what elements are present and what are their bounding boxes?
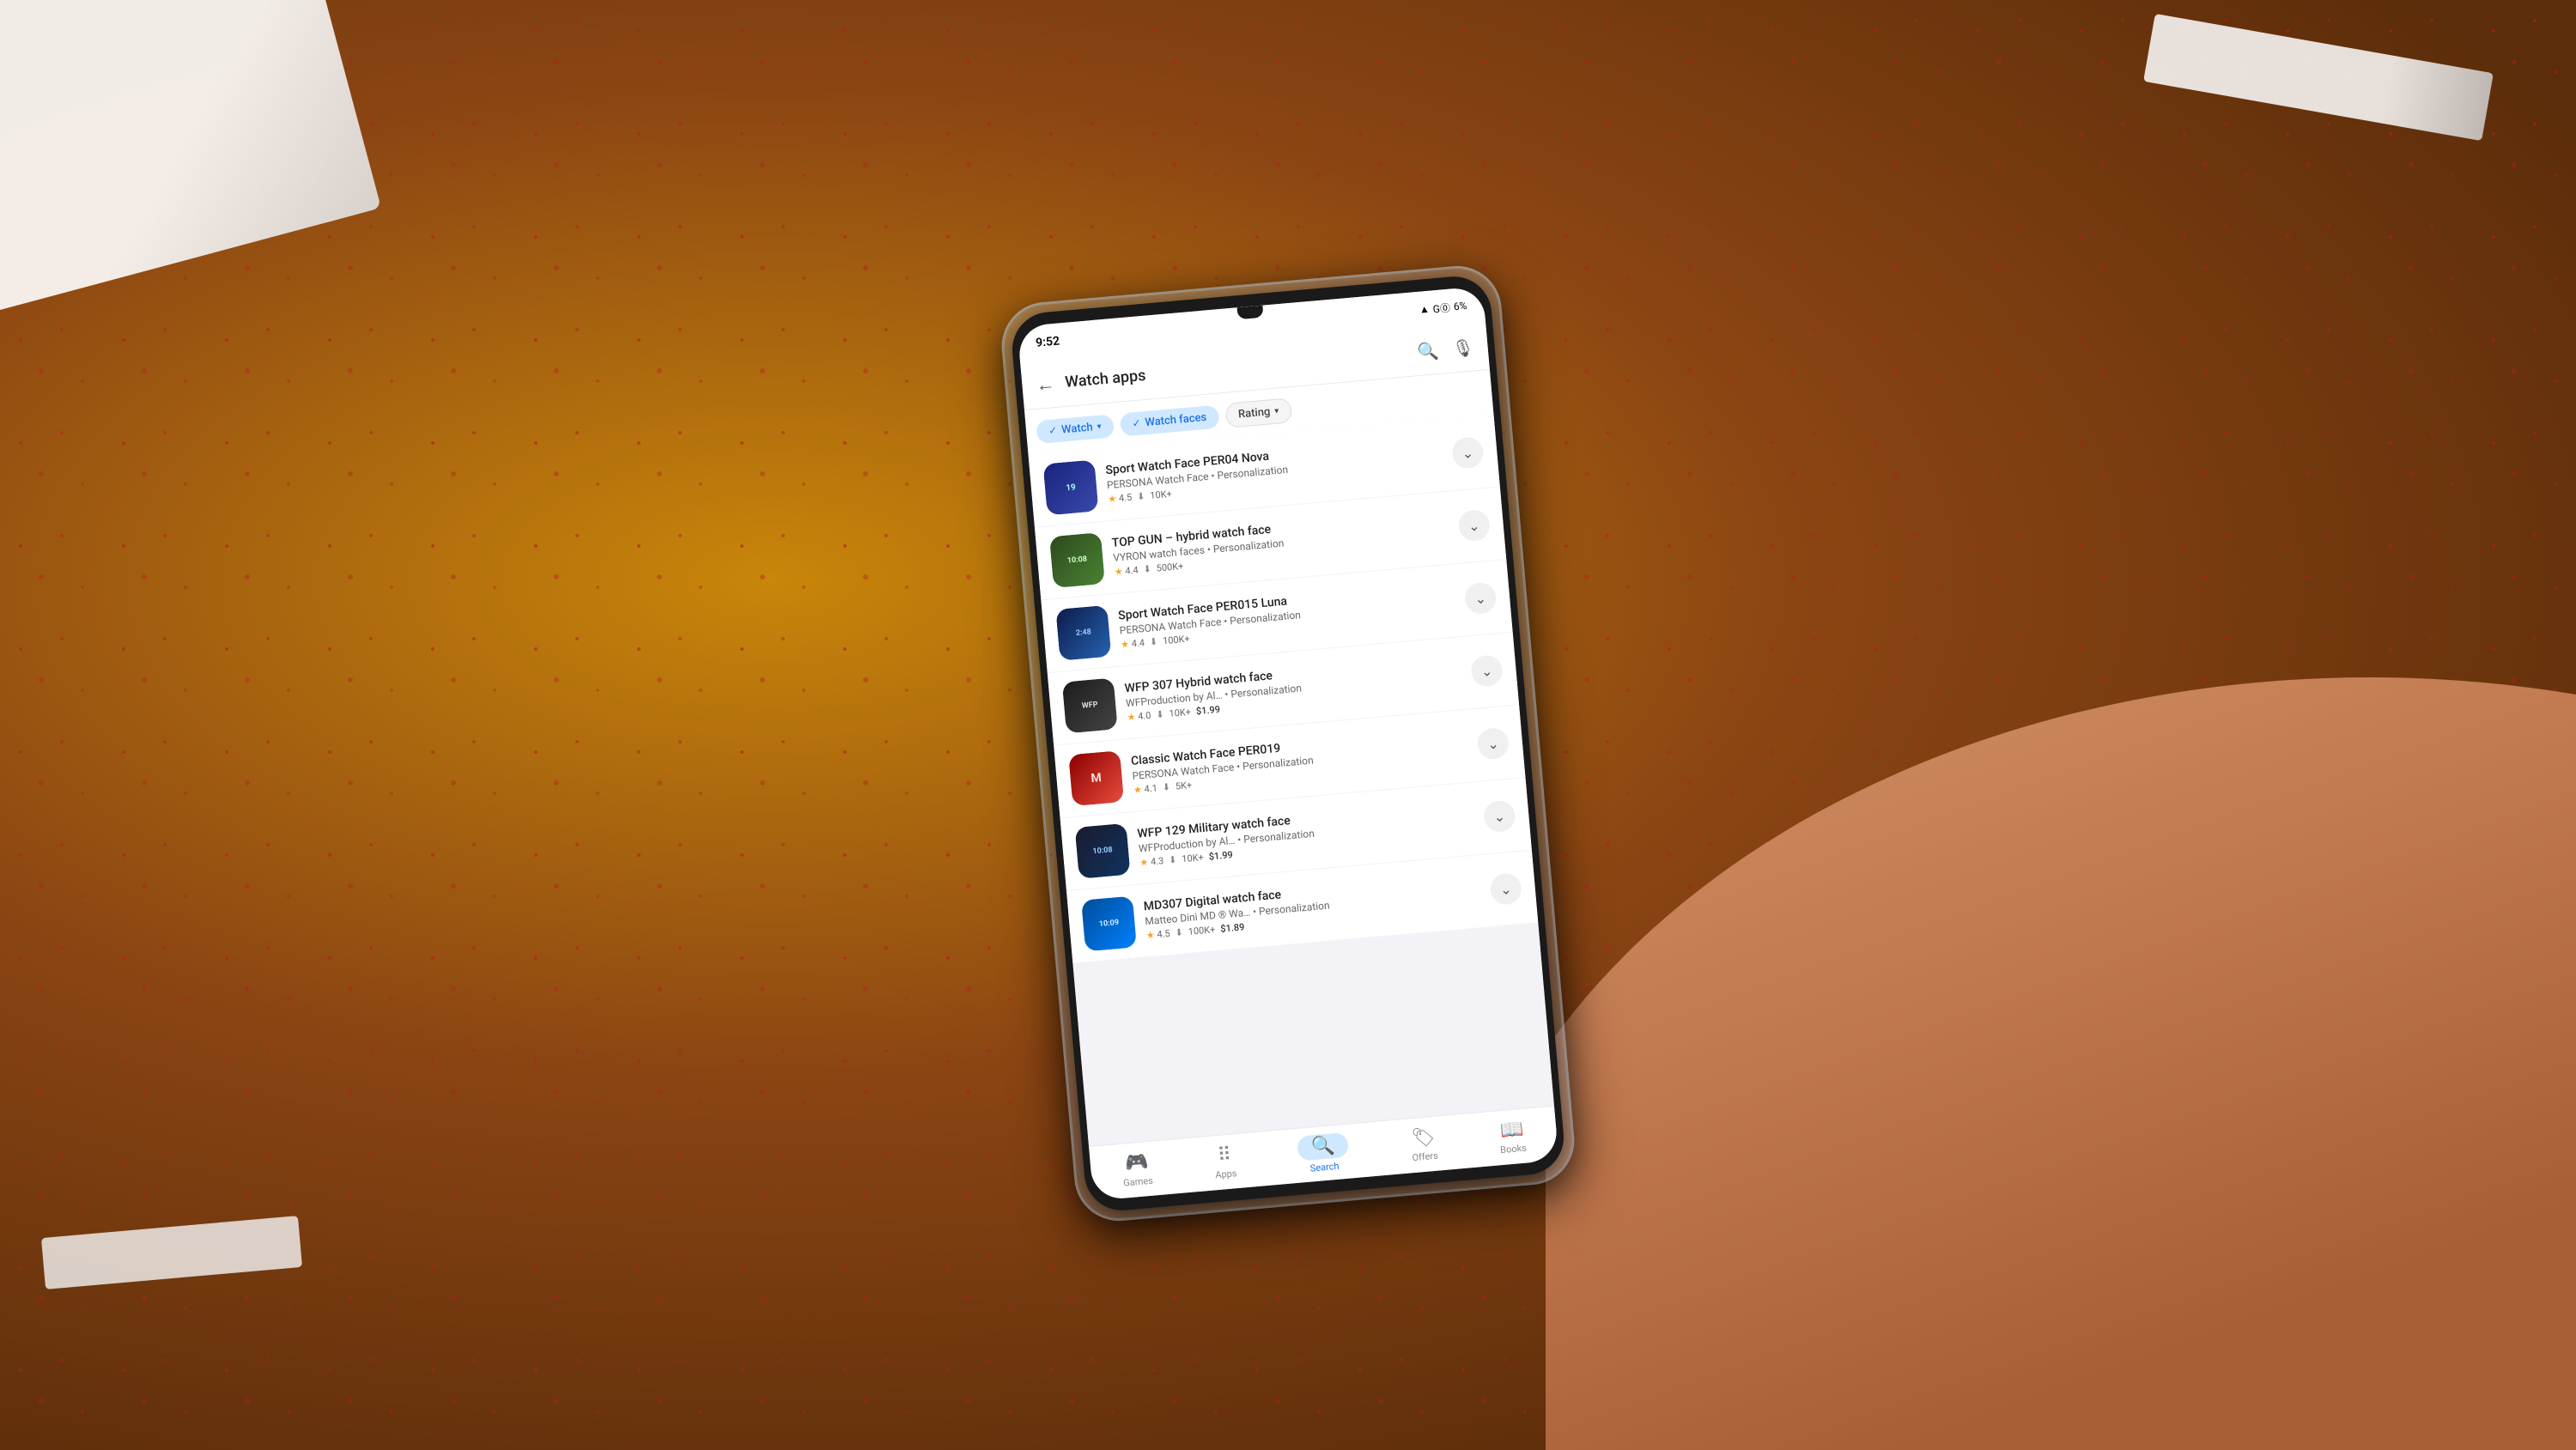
check-icon: ✓ bbox=[1048, 424, 1058, 437]
app-price-6: $1.99 bbox=[1208, 849, 1233, 862]
app-info-7: MD307 Digital watch face Matteo Dini MD … bbox=[1143, 871, 1482, 941]
nav-item-apps[interactable]: ⠿ Apps bbox=[1202, 1136, 1249, 1188]
filter-chip-watchfaces[interactable]: ✓ Watch faces bbox=[1119, 404, 1219, 436]
filter-chip-rating[interactable]: Rating ▾ bbox=[1224, 397, 1293, 428]
app-downloads-5: 5K+ bbox=[1175, 779, 1192, 792]
download-icon-1: ⬇ bbox=[1137, 490, 1145, 502]
download-icon-2: ⬇ bbox=[1143, 563, 1151, 575]
expand-button-3[interactable]: ⌄ bbox=[1464, 581, 1498, 615]
wifi-icon: G⓪ bbox=[1432, 300, 1451, 316]
icon-text-3: 2:48 bbox=[1075, 628, 1091, 638]
search-button[interactable]: 🔍 bbox=[1416, 339, 1439, 361]
chip-watch-label: Watch bbox=[1061, 420, 1094, 435]
back-button[interactable]: ← bbox=[1035, 372, 1055, 396]
app-price-7: $1.89 bbox=[1220, 921, 1245, 934]
app-bar-icons: 🔍 🎙 bbox=[1416, 336, 1474, 361]
phone-screen: 9:52 ▲ G⓪ 6% ← Watch apps 🔍 🎙 ✓ bbox=[1017, 286, 1558, 1201]
app-info-5: Classic Watch Face PER019 PERSONA Watch … bbox=[1130, 725, 1469, 795]
dropdown-icon: ▾ bbox=[1097, 422, 1102, 431]
app-rating-5: ★ 4.1 bbox=[1133, 782, 1157, 795]
app-icon-5: M bbox=[1068, 750, 1124, 806]
status-icons: ▲ G⓪ 6% bbox=[1419, 298, 1467, 317]
app-downloads-6: 10K+ bbox=[1182, 852, 1205, 865]
nav-item-search[interactable]: 🔍 Search bbox=[1285, 1124, 1361, 1182]
filter-chip-watch[interactable]: ✓ Watch ▾ bbox=[1036, 413, 1115, 443]
books-icon: 📖 bbox=[1499, 1118, 1524, 1141]
app-icon-2: 10:08 bbox=[1049, 532, 1105, 588]
mic-button[interactable]: 🎙 bbox=[1451, 336, 1474, 358]
app-rating-7: ★ 4.5 bbox=[1145, 927, 1170, 940]
app-downloads-4: 10K+ bbox=[1169, 706, 1192, 719]
expand-button-2[interactable]: ⌄ bbox=[1457, 508, 1491, 542]
expand-button-1[interactable]: ⌄ bbox=[1451, 435, 1485, 469]
star-icon-3: ★ bbox=[1121, 638, 1130, 650]
app-icon-6: 10:08 bbox=[1075, 822, 1131, 878]
nav-label-offers: Offers bbox=[1412, 1150, 1438, 1163]
check-icon-2: ✓ bbox=[1132, 416, 1141, 429]
app-icon-1: 19 bbox=[1043, 459, 1099, 515]
expand-button-7[interactable]: ⌄ bbox=[1489, 872, 1522, 906]
app-info-3: Sport Watch Face PER015 Luna PERSONA Wat… bbox=[1118, 579, 1457, 650]
status-time: 9:52 bbox=[1036, 334, 1060, 349]
app-info-2: TOP GUN – hybrid watch face VYRON watch … bbox=[1111, 507, 1450, 577]
chip-rating-label: Rating bbox=[1237, 404, 1271, 420]
phone-body: 9:52 ▲ G⓪ 6% ← Watch apps 🔍 🎙 ✓ bbox=[1009, 273, 1566, 1213]
app-icon-7: 10:09 bbox=[1081, 895, 1137, 951]
signal-icon: ▲ bbox=[1419, 302, 1430, 315]
offers-icon: 🏷 bbox=[1411, 1125, 1437, 1149]
dropdown-icon-2: ▾ bbox=[1274, 405, 1279, 415]
app-downloads-1: 10K+ bbox=[1150, 488, 1173, 501]
nav-label-games: Games bbox=[1123, 1174, 1154, 1188]
download-icon-6: ⬇ bbox=[1169, 853, 1177, 865]
star-icon-7: ★ bbox=[1145, 929, 1155, 941]
app-rating-2: ★ 4.4 bbox=[1114, 564, 1139, 577]
nav-item-books[interactable]: 📖 Books bbox=[1487, 1110, 1538, 1163]
star-icon-5: ★ bbox=[1133, 784, 1142, 796]
expand-button-6[interactable]: ⌄ bbox=[1483, 799, 1516, 833]
search-icon: 🔍 bbox=[1297, 1131, 1350, 1161]
app-info-1: Sport Watch Face PER04 Nova PERSONA Watc… bbox=[1105, 434, 1444, 505]
star-icon: ★ bbox=[1108, 493, 1117, 505]
app-downloads-7: 100K+ bbox=[1188, 924, 1216, 937]
app-rating-1: ★ 4.5 bbox=[1108, 491, 1133, 504]
download-icon-5: ⬇ bbox=[1162, 781, 1170, 793]
nav-label-apps: Apps bbox=[1215, 1168, 1237, 1180]
icon-text-2: 10:08 bbox=[1066, 555, 1087, 565]
nav-item-games[interactable]: 🎮 Games bbox=[1110, 1143, 1164, 1196]
nav-item-offers[interactable]: 🏷 Offers bbox=[1399, 1118, 1449, 1171]
app-rating-4: ★ 4.0 bbox=[1127, 709, 1151, 722]
nav-label-books: Books bbox=[1500, 1142, 1528, 1156]
battery-icon: 6% bbox=[1453, 299, 1467, 312]
apps-icon: ⠿ bbox=[1217, 1144, 1232, 1166]
star-icon-4: ★ bbox=[1127, 711, 1136, 723]
app-rating-3: ★ 4.4 bbox=[1121, 637, 1145, 650]
games-icon: 🎮 bbox=[1124, 1151, 1149, 1174]
icon-text-7: 10:09 bbox=[1099, 918, 1120, 928]
chip-watchfaces-label: Watch faces bbox=[1145, 410, 1207, 428]
phone-wrapper: 9:52 ▲ G⓪ 6% ← Watch apps 🔍 🎙 ✓ bbox=[1009, 273, 1566, 1213]
app-icon-4: WFP bbox=[1062, 677, 1118, 733]
app-downloads-2: 500K+ bbox=[1156, 560, 1184, 573]
expand-button-5[interactable]: ⌄ bbox=[1476, 726, 1510, 760]
app-rating-6: ★ 4.3 bbox=[1139, 855, 1164, 868]
app-info-4: WFP 307 Hybrid watch face WFProduction b… bbox=[1124, 652, 1463, 723]
icon-text-4: WFP bbox=[1082, 701, 1098, 711]
star-icon-6: ★ bbox=[1139, 856, 1149, 868]
download-icon-4: ⬇ bbox=[1156, 708, 1164, 720]
expand-button-4[interactable]: ⌄ bbox=[1470, 654, 1504, 688]
icon-text-6: 10:08 bbox=[1092, 846, 1113, 856]
app-list: 19 Sport Watch Face PER04 Nova PERSONA W… bbox=[1029, 414, 1554, 1145]
app-downloads-3: 100K+ bbox=[1163, 633, 1191, 646]
icon-text-1: 19 bbox=[1066, 482, 1076, 492]
star-icon-2: ★ bbox=[1114, 566, 1123, 578]
app-price-4: $1.99 bbox=[1195, 703, 1220, 716]
download-icon-3: ⬇ bbox=[1149, 635, 1157, 647]
download-icon-7: ⬇ bbox=[1175, 926, 1183, 938]
app-info-6: WFP 129 Military watch face WFProduction… bbox=[1137, 798, 1476, 868]
icon-text-5: M bbox=[1091, 771, 1103, 786]
app-icon-3: 2:48 bbox=[1055, 604, 1111, 660]
nav-label-search: Search bbox=[1309, 1160, 1340, 1174]
